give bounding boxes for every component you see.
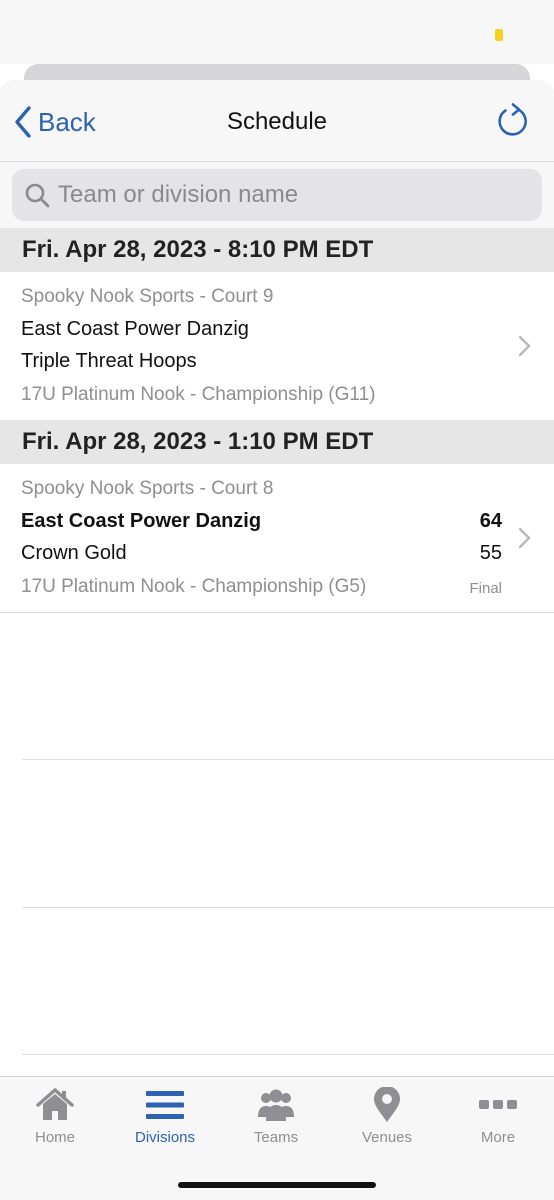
date-section-header: Fri. Apr 28, 2023 - 8:10 PM EDT: [0, 228, 554, 272]
team-icon: [258, 1089, 294, 1121]
row-separator: [22, 1054, 554, 1055]
search-input[interactable]: [58, 181, 518, 209]
row-separator: [22, 907, 554, 908]
game-venue: Spooky Nook Sports - Court 8: [21, 478, 274, 499]
game-row[interactable]: Spooky Nook Sports - Court 8 East Coast …: [0, 464, 554, 612]
search-icon: [25, 183, 50, 208]
search-field[interactable]: [12, 169, 542, 221]
tab-label: Venues: [361, 1129, 413, 1146]
tab-label: Teams: [253, 1129, 299, 1146]
home-indicator: [178, 1182, 376, 1188]
game-team-2: Crown Gold: [21, 542, 127, 564]
game-team-2-score: 55: [479, 542, 502, 564]
more-icon: [479, 1100, 517, 1109]
game-team-2: Triple Threat Hoops: [21, 350, 197, 372]
game-row[interactable]: Spooky Nook Sports - Court 9 East Coast …: [0, 272, 554, 420]
game-venue: Spooky Nook Sports - Court 9: [21, 286, 274, 307]
home-icon: [36, 1088, 74, 1120]
game-division: 17U Platinum Nook - Championship (G11): [21, 384, 376, 405]
chevron-right-icon: [518, 335, 531, 357]
map-pin-icon: [374, 1087, 400, 1122]
list-icon: [146, 1091, 184, 1119]
page-title: Schedule: [226, 108, 328, 135]
date-section-header: Fri. Apr 28, 2023 - 1:10 PM EDT: [0, 420, 554, 464]
tab-teams[interactable]: Teams: [221, 1087, 331, 1155]
tab-more[interactable]: More: [443, 1087, 553, 1155]
tab-home[interactable]: Home: [0, 1087, 110, 1155]
tab-label: Home: [34, 1129, 75, 1146]
search-bar: [0, 163, 554, 225]
tab-divisions[interactable]: Divisions: [110, 1087, 220, 1155]
game-status: Final: [469, 580, 502, 597]
tab-label: Divisions: [134, 1129, 195, 1146]
game-team-1: East Coast Power Danzig: [21, 510, 262, 532]
row-separator: [22, 759, 554, 760]
battery-indicator: [495, 29, 503, 41]
tab-venues[interactable]: Venues: [332, 1087, 442, 1155]
refresh-icon[interactable]: [494, 102, 532, 140]
game-team-1-score: 64: [479, 510, 502, 532]
chevron-right-icon: [518, 527, 531, 549]
game-team-1: East Coast Power Danzig: [21, 318, 249, 340]
schedule-sheet: Back Schedule Fri. Apr 28, 2023 - 8:10 P…: [0, 80, 554, 1200]
game-division: 17U Platinum Nook - Championship (G5): [21, 576, 367, 597]
navigation-bar: Back Schedule: [0, 80, 554, 162]
schedule-list: Fri. Apr 28, 2023 - 8:10 PM EDT Spooky N…: [0, 228, 554, 1078]
tab-label: More: [480, 1129, 516, 1146]
status-bar: [0, 0, 554, 64]
row-separator: [0, 612, 554, 613]
